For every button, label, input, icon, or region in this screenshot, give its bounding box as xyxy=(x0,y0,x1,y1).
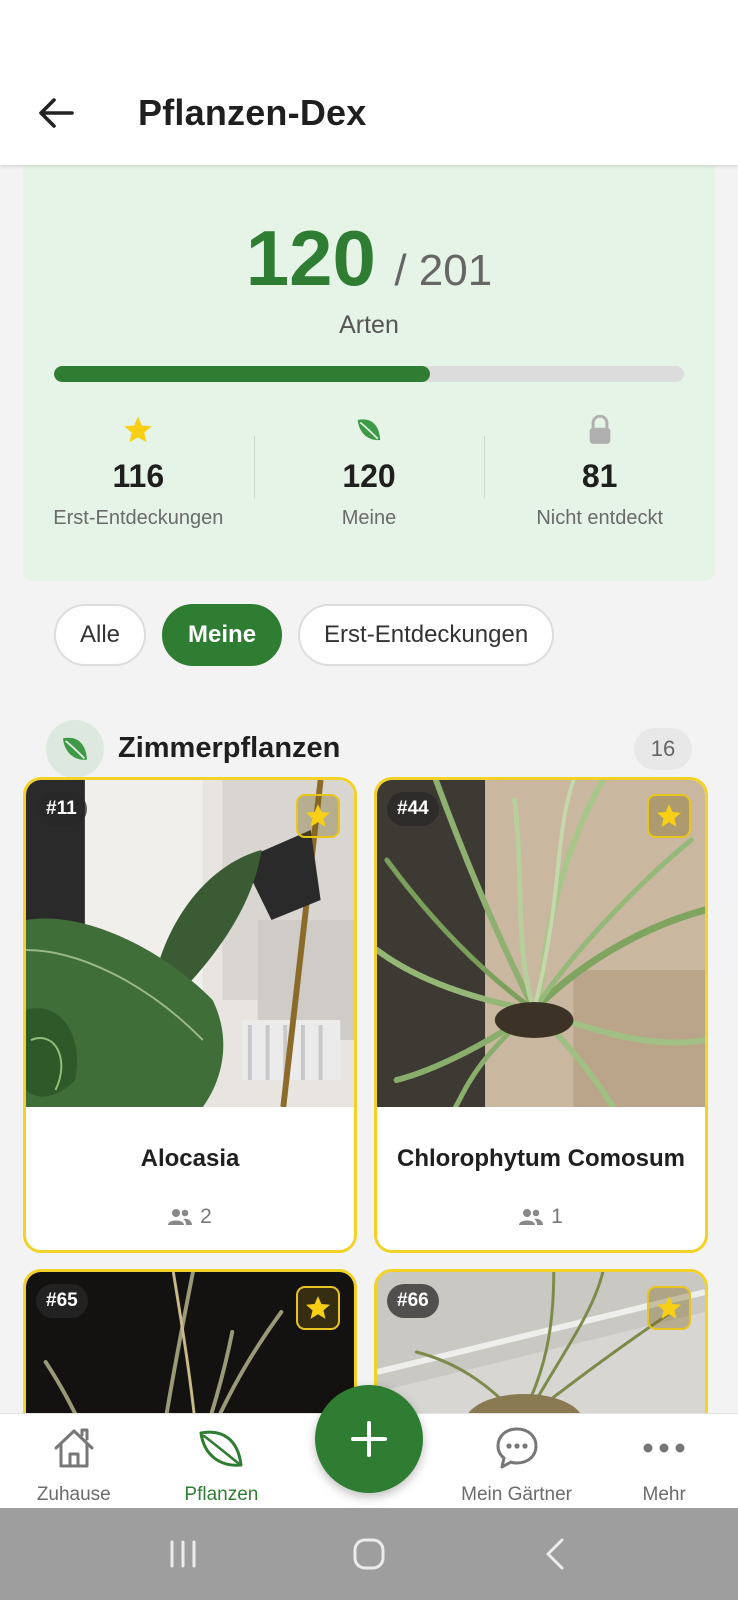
star-icon xyxy=(305,1296,331,1319)
leaf-icon xyxy=(199,1430,243,1467)
nav-item-my-gardener[interactable]: Mein Gärtner xyxy=(443,1414,591,1509)
chat-icon xyxy=(496,1427,538,1469)
nav-label: Mehr xyxy=(642,1484,686,1505)
discovery-count: 120 / 201 xyxy=(23,213,715,304)
first-discovery-badge xyxy=(647,1286,691,1330)
count-unit-label: Arten xyxy=(339,311,399,339)
nav-label: Pflanzen xyxy=(184,1484,259,1505)
leaf-icon xyxy=(63,737,87,760)
plant-number-badge: #44 xyxy=(387,792,439,826)
home-icon xyxy=(54,1428,94,1468)
recent-apps-button[interactable] xyxy=(153,1524,213,1584)
plant-photo: #44 xyxy=(377,780,705,1107)
plant-number-badge: #11 xyxy=(36,792,87,826)
plant-owner-count: 2 xyxy=(26,1205,354,1229)
stat-label: Erst-Entdeckungen xyxy=(53,507,224,529)
total-count: / 201 xyxy=(394,246,493,295)
filter-chip-mine[interactable]: Meine xyxy=(162,604,283,666)
star-icon xyxy=(305,804,331,827)
plant-owner-count: 1 xyxy=(377,1205,705,1229)
nav-item-home[interactable]: Zuhause xyxy=(0,1414,148,1509)
people-icon xyxy=(168,1209,193,1225)
home-circle-icon xyxy=(353,1538,385,1570)
chevron-left-icon xyxy=(546,1538,564,1570)
star-icon xyxy=(656,1296,682,1319)
nav-item-more[interactable]: Mehr xyxy=(590,1414,738,1509)
dex-summary-card: 120 / 201 Arten 116 Erst-Entdeckungen 12… xyxy=(23,165,715,581)
section-header: Zimmerpflanzen 16 xyxy=(46,720,692,778)
plant-card[interactable]: #11 Alocasia 2 xyxy=(23,777,357,1253)
leaf-icon xyxy=(357,419,381,441)
stat-value: 116 xyxy=(112,458,165,494)
filter-chips: Alle Meine Erst-Entdeckungen xyxy=(54,604,555,666)
plant-name: Alocasia xyxy=(140,1145,240,1172)
system-navigation-bar xyxy=(0,1508,738,1600)
plus-icon xyxy=(351,1421,387,1457)
progress-bar xyxy=(54,366,684,382)
progress-fill xyxy=(54,366,431,382)
filter-chip-first-discoveries[interactable]: Erst-Entdeckungen xyxy=(298,604,555,666)
star-icon xyxy=(656,804,682,827)
stat-label: Nicht entdeckt xyxy=(536,507,664,529)
filter-chip-all[interactable]: Alle xyxy=(54,604,147,666)
nav-item-plants[interactable]: Pflanzen xyxy=(148,1414,296,1509)
stat-value: 81 xyxy=(581,458,618,494)
section-icon xyxy=(46,720,104,778)
plant-number-badge: #66 xyxy=(387,1284,439,1318)
home-system-button[interactable] xyxy=(339,1524,399,1584)
recent-apps-icon xyxy=(170,1540,196,1568)
stat-first-discoveries: 116 Erst-Entdeckungen xyxy=(23,412,254,542)
plant-number-badge: #65 xyxy=(36,1284,88,1318)
plant-photo: #11 xyxy=(26,780,354,1107)
stat-mine: 120 Meine xyxy=(253,412,485,542)
app-bar: Pflanzen-Dex xyxy=(0,0,738,165)
back-button[interactable] xyxy=(28,88,84,138)
people-icon xyxy=(519,1209,544,1225)
star-icon xyxy=(124,416,153,443)
owner-count: 1 xyxy=(551,1205,563,1228)
plant-card[interactable]: #44 Chlorophytum Comosum 1 xyxy=(374,777,708,1253)
screen: Pflanzen-Dex 120 / 201 Arten 116 Erst-En… xyxy=(0,0,738,1600)
lock-icon xyxy=(589,415,611,444)
first-discovery-badge xyxy=(647,794,691,838)
stat-label: Meine xyxy=(341,507,397,529)
section-title: Zimmerpflanzen xyxy=(118,732,341,764)
owner-count: 2 xyxy=(200,1205,212,1228)
first-discovery-badge xyxy=(296,1286,340,1330)
plant-name: Chlorophytum Comosum xyxy=(397,1145,685,1172)
back-system-button[interactable] xyxy=(525,1524,585,1584)
nav-label: Mein Gärtner xyxy=(461,1484,573,1505)
nav-label: Zuhause xyxy=(36,1484,111,1505)
arrow-left-icon xyxy=(39,98,74,128)
first-discovery-badge xyxy=(296,794,340,838)
add-plant-button[interactable] xyxy=(315,1385,423,1493)
page-title: Pflanzen-Dex xyxy=(138,92,367,133)
stat-not-discovered: 81 Nicht entdeckt xyxy=(484,412,715,542)
stats-row: 116 Erst-Entdeckungen 120 Meine 81 Nicht… xyxy=(23,412,715,542)
section-count-badge: 16 xyxy=(634,728,692,770)
discovered-count: 120 xyxy=(245,214,376,302)
more-icon xyxy=(643,1443,685,1453)
stat-value: 120 xyxy=(342,458,396,494)
